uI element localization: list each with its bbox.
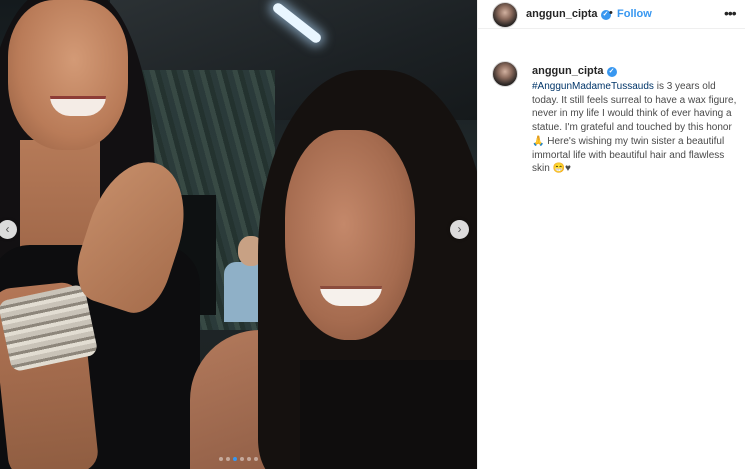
post-header: anggun_cipta ✓ • Follow ••• [478, 0, 745, 29]
carousel-dot [254, 457, 258, 461]
post-photo[interactable]: ‹ › [0, 0, 477, 469]
carousel-dot [226, 457, 230, 461]
post-side-panel: anggun_cipta ✓ • Follow ••• anggun_cipta ✓… [477, 0, 745, 469]
username-text: anggun_cipta [526, 8, 598, 20]
person-top [300, 360, 477, 469]
hashtag-link[interactable]: #AnggunMadameTussauds [532, 81, 654, 92]
carousel-dot [233, 457, 237, 461]
header-username[interactable]: anggun_cipta ✓ [526, 8, 611, 20]
wax-figure-face [8, 0, 128, 150]
carousel-dot [240, 457, 244, 461]
praying-hands-icon: 🙏 [532, 135, 545, 147]
carousel-dot [247, 457, 251, 461]
carousel-indicator [0, 457, 477, 461]
verified-badge-icon: ✓ [606, 67, 617, 77]
grinning-face-icon: 😁 [552, 163, 566, 175]
separator-bullet: • [609, 7, 613, 19]
carousel-next-button[interactable]: › [450, 220, 469, 239]
avatar[interactable] [492, 2, 518, 28]
chevron-right-icon: › [457, 222, 462, 236]
carousel-dot [219, 457, 223, 461]
avatar[interactable] [492, 61, 518, 87]
chevron-left-icon: ‹ [5, 222, 10, 236]
caption-text: #AnggunMadameTussauds is 3 years old tod… [532, 80, 742, 176]
username-text: anggun_cipta [532, 65, 604, 77]
follow-button[interactable]: Follow [617, 8, 652, 20]
person-face [285, 130, 415, 340]
caption-username[interactable]: anggun_cipta ✓ [532, 65, 617, 77]
heart-icon: ♥ [565, 163, 571, 175]
more-options-icon[interactable]: ••• [724, 5, 737, 21]
